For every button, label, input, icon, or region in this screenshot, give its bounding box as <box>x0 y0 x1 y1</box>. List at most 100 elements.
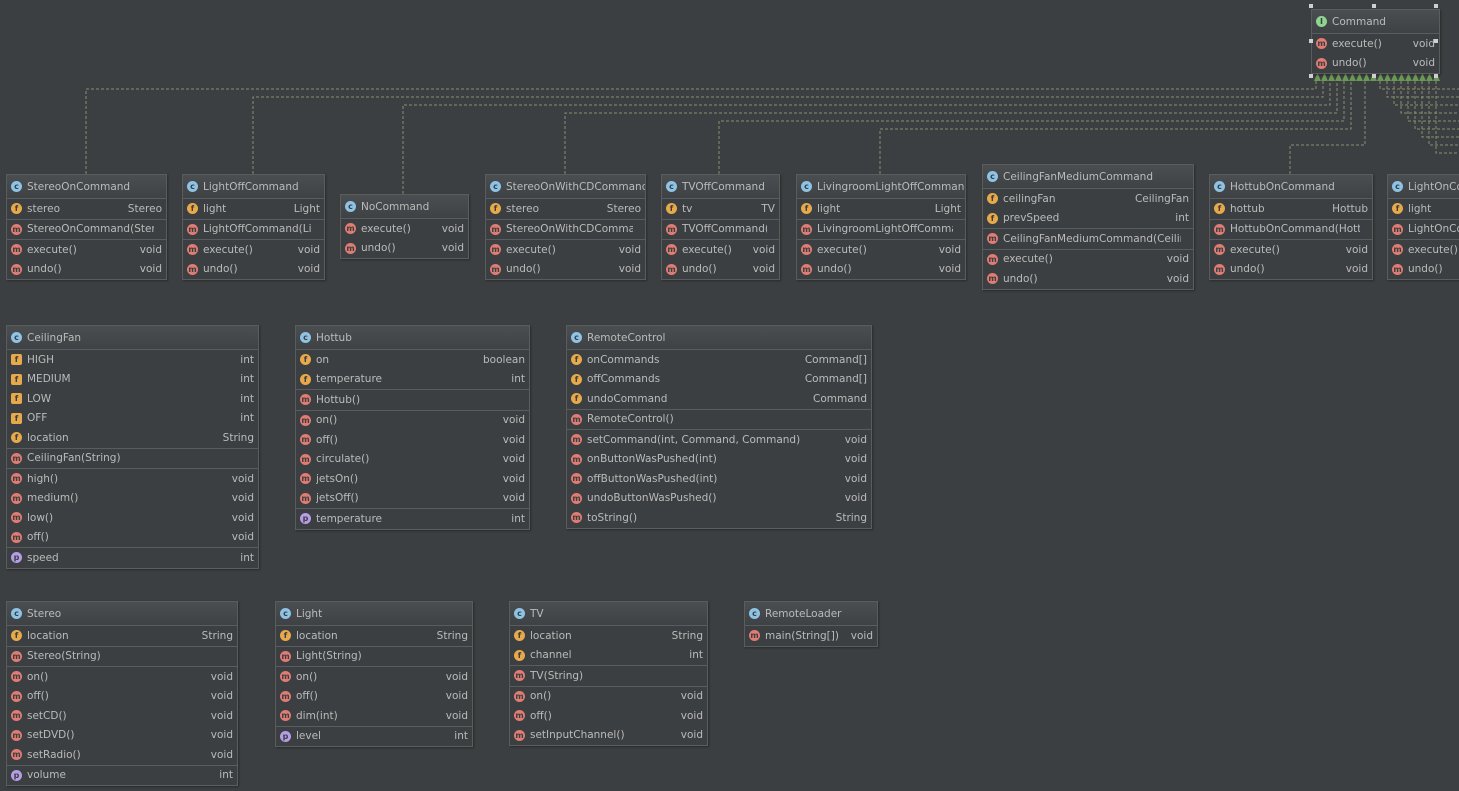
realization-link[interactable] <box>85 81 1317 174</box>
class-header[interactable]: c RemoteLoader <box>745 602 877 626</box>
class-box-light[interactable]: c Light f location String m Light(String) m on()… <box>275 601 473 747</box>
member-row[interactable]: m undo() <box>1388 260 1459 280</box>
member-row[interactable]: m main(String[]) void <box>745 626 877 646</box>
class-box-hottub[interactable]: c Hottub f on boolean f temperature int m Hottub(… <box>295 325 530 530</box>
member-row[interactable]: m execute() void <box>1210 240 1372 260</box>
member-row[interactable]: m Hottub() <box>296 390 529 410</box>
realization-link[interactable] <box>1400 81 1459 114</box>
selection-handle[interactable] <box>1372 74 1376 78</box>
member-row[interactable]: m off() void <box>7 528 258 548</box>
class-header[interactable]: c LightOffCommand <box>183 175 324 199</box>
realization-link[interactable] <box>564 81 1338 174</box>
class-box-tv[interactable]: c TV f location String f channel int m TV(String)… <box>509 601 708 746</box>
member-row[interactable]: m undoButtonWasPushed() void <box>567 489 871 509</box>
member-row[interactable]: m execute() <box>1388 240 1459 260</box>
member-row[interactable]: m execute() void <box>662 240 779 260</box>
member-row[interactable]: m undo() void <box>183 260 324 280</box>
member-row[interactable]: m LightOnCo <box>1388 220 1459 240</box>
member-row[interactable]: m on() void <box>276 667 472 687</box>
member-row[interactable]: m undo() void <box>7 260 166 280</box>
member-row[interactable]: m execute() void <box>1312 34 1439 54</box>
realization-link[interactable] <box>1393 81 1459 106</box>
member-row[interactable]: m TVOffCommand(TV) <box>662 220 779 240</box>
member-row[interactable]: m setCD() void <box>7 706 237 726</box>
member-row[interactable]: m LightOffCommand(Light) <box>183 220 324 240</box>
member-row[interactable]: f location String <box>7 626 237 646</box>
class-box-stereo[interactable]: c Stereo f location String m Stereo(String) m on… <box>6 601 238 786</box>
member-row[interactable]: p level int <box>276 727 472 747</box>
class-box-ceilingfanmediumcommand[interactable]: c CeilingFanMediumCommand f ceilingFan Ceili… <box>982 164 1194 290</box>
class-header[interactable]: c NoCommand <box>341 195 468 219</box>
member-row[interactable]: m on() void <box>510 687 707 707</box>
member-row[interactable]: f light Light <box>797 199 965 219</box>
member-row[interactable]: m medium() void <box>7 489 258 509</box>
member-row[interactable]: m Stereo(String) <box>7 647 237 667</box>
member-row[interactable]: m setInputChannel() void <box>510 726 707 746</box>
class-box-hottuboncommand[interactable]: c HottubOnCommand f hottub Hottub m HottubOnCo… <box>1209 174 1373 280</box>
member-row[interactable]: m Light(String) <box>276 647 472 667</box>
class-header[interactable]: c Stereo <box>7 602 237 626</box>
member-row[interactable]: m undo() void <box>1210 260 1372 280</box>
member-row[interactable]: m low() void <box>7 508 258 528</box>
member-row[interactable]: m circulate() void <box>296 450 529 470</box>
member-row[interactable]: m setDVD() void <box>7 726 237 746</box>
member-row[interactable]: f location String <box>276 626 472 646</box>
member-row[interactable]: m undo() void <box>797 260 965 280</box>
member-row[interactable]: f OFF int <box>7 409 258 429</box>
member-row[interactable]: f stereo Stereo <box>7 199 166 219</box>
member-row[interactable]: p speed int <box>7 548 258 568</box>
class-box-command[interactable]: I Command m execute() void m undo() void <box>1311 9 1440 74</box>
class-box-livingroomlightoffcommand[interactable]: c LivingroomLightOffCommand f light Light m Li… <box>796 174 966 280</box>
member-row[interactable]: f tv TV <box>662 199 779 219</box>
realization-link[interactable] <box>879 81 1352 174</box>
member-row[interactable]: f MEDIUM int <box>7 370 258 390</box>
class-header[interactable]: c CeilingFanMediumCommand <box>983 165 1193 189</box>
member-row[interactable]: m LivingroomLightOffCommand(L <box>797 220 965 240</box>
member-row[interactable]: f stereo Stereo <box>486 199 645 219</box>
member-row[interactable]: m off() void <box>276 687 472 707</box>
member-row[interactable]: m execute() void <box>486 240 645 260</box>
selection-handle[interactable] <box>1309 74 1313 78</box>
class-header[interactable]: c LightOnCo <box>1388 175 1459 199</box>
realization-link[interactable] <box>718 81 1345 174</box>
member-row[interactable]: f location String <box>510 626 707 646</box>
member-row[interactable]: f undoCommand Command <box>567 389 871 409</box>
selection-handle[interactable] <box>1434 74 1438 78</box>
member-row[interactable]: m on() void <box>296 411 529 431</box>
class-box-stereooncommand[interactable]: c StereoOnCommand f stereo Stereo m StereoOnCo… <box>6 174 167 280</box>
member-row[interactable]: p temperature int <box>296 509 529 529</box>
class-box-stereoonwithcdcommand[interactable]: c StereoOnWithCDCommand f stereo Stereo m Ster… <box>485 174 646 280</box>
selection-handle[interactable] <box>1309 39 1313 43</box>
member-row[interactable]: m CeilingFanMediumCommand(CeilingFar <box>983 229 1193 249</box>
realization-link[interactable] <box>1379 81 1459 90</box>
member-row[interactable]: m dim(int) void <box>276 706 472 726</box>
member-row[interactable]: p volume int <box>7 766 237 786</box>
member-row[interactable]: m StereoOnCommand(Stereo) <box>7 220 166 240</box>
member-row[interactable]: f temperature int <box>296 370 529 390</box>
member-row[interactable]: f on boolean <box>296 350 529 370</box>
member-row[interactable]: m undo() void <box>486 260 645 280</box>
member-row[interactable]: m toString() String <box>567 508 871 528</box>
member-row[interactable]: m on() void <box>7 667 237 687</box>
class-box-tvoffcommand[interactable]: c TVOffCommand ftv TV m TVOffCommand(TV) mexec… <box>661 174 780 280</box>
member-row[interactable]: m undo() void <box>341 239 468 259</box>
class-header[interactable]: c StereoOnCommand <box>7 175 166 199</box>
selection-handle[interactable] <box>1434 4 1438 8</box>
class-box-remoteloader[interactable]: c RemoteLoader m main(String[]) void <box>744 601 878 647</box>
member-row[interactable]: m jetsOn() void <box>296 469 529 489</box>
selection-handle[interactable] <box>1372 4 1376 8</box>
realization-link[interactable] <box>1289 81 1366 174</box>
member-row[interactable]: m offButtonWasPushed(int) void <box>567 469 871 489</box>
member-row[interactable]: m execute() void <box>983 250 1193 270</box>
member-row[interactable]: f location String <box>7 428 258 448</box>
selection-handle[interactable] <box>1434 39 1438 43</box>
member-row[interactable]: f channel int <box>510 646 707 666</box>
member-row[interactable]: m execute() void <box>797 240 965 260</box>
member-row[interactable]: m execute() void <box>183 240 324 260</box>
member-row[interactable]: m undo() void <box>662 260 779 280</box>
class-header[interactable]: c HottubOnCommand <box>1210 175 1372 199</box>
member-row[interactable]: f light <box>1388 199 1459 219</box>
realization-link[interactable] <box>252 81 1324 174</box>
class-box-lightonco[interactable]: c LightOnCo f light m LightOnCo m execute() m und… <box>1387 174 1459 280</box>
member-row[interactable]: m onButtonWasPushed(int) void <box>567 450 871 470</box>
